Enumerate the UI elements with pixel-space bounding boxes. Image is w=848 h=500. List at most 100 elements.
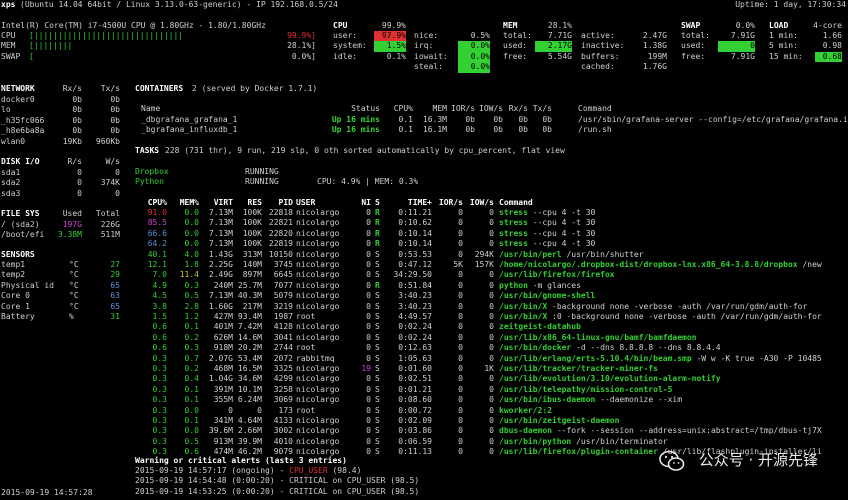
container-cell: 0.1	[398, 115, 413, 124]
process-command-args: -W w -K true -A30 -P 10485	[696, 353, 822, 363]
process-res: 7.42M	[237, 322, 262, 332]
process-row: 0.3 0.0 0 0 173 root 0 S 0:00.72 0 0 kworker/2:2	[0, 406, 848, 416]
process-nice: 0	[366, 291, 371, 301]
mem-stat-label: inactive:	[581, 41, 625, 51]
network-tx-value: 960Kb	[95, 136, 120, 146]
container-cell: 16.3M	[422, 115, 447, 124]
disk-read-value: 0	[77, 188, 82, 198]
process-pid: 2072	[273, 353, 293, 363]
process-time: 0:11.21	[398, 208, 432, 217]
process-command-args: --cpu 4 -t 30	[532, 239, 596, 249]
process-pid: 5079	[273, 291, 293, 301]
process-pid: 1987	[273, 312, 293, 321]
process-time: 0:12.63	[398, 343, 432, 353]
process-user: nicolargo	[296, 218, 340, 228]
process-cpu: 0.3	[152, 426, 167, 436]
process-command: /usr/bin/docker -d --dns 8.8.8.8 --dns 8…	[499, 343, 721, 353]
process-cpu: 64.2	[147, 239, 167, 249]
process-user: nicolargo	[296, 436, 340, 446]
process-iow: 0	[489, 374, 494, 384]
process-virt: 1.60G	[208, 301, 233, 311]
process-ior: 0	[458, 343, 463, 353]
process-mem: 0.1	[184, 395, 199, 405]
process-cpu: 66.6	[147, 228, 167, 238]
container-cell: 16.1M	[422, 125, 447, 135]
process-row: 0.3 0.1 391M 10.1M 3258 nicolargo 0 S 0:01.21 0 0/…	[0, 385, 848, 395]
process-time: 3:40.23	[398, 301, 432, 311]
process-command: zeitgeist-datahub	[499, 322, 581, 332]
process-header: NI	[361, 198, 371, 207]
container-cell: 0b	[542, 115, 552, 124]
process-iow: 0	[489, 426, 494, 436]
mem-stat-value: 2.47G	[642, 31, 667, 40]
process-cpu: 0.3	[152, 353, 167, 363]
process-command-args: -background none -verbose -auth /var/run…	[552, 301, 808, 311]
process-user: nicolargo	[296, 364, 340, 373]
process-row: 4.9 0.3 240M 25.7M 7077 nicolargo 0 R 0:51.84 0 0 p…	[0, 281, 848, 291]
process-virt: 2.49G	[208, 270, 233, 280]
mem-total: 28.1%	[547, 21, 572, 30]
cpu-stat-label: iowait:	[414, 51, 448, 61]
network-rx-value: 0b	[72, 95, 82, 104]
process-nice: 0	[366, 280, 371, 290]
process-row: 0.6 0.3 918M 20.2M 2744 root 0 S 0:12.63 0 0/usr/b…	[0, 343, 848, 353]
process-row: 0.3 0.1 355M 6.24M 3069 nicolargo 0 S 0:08.60 0 0/…	[0, 395, 848, 405]
process-command-name: /usr/bin/ibus-daemon	[499, 395, 596, 405]
process-pid: 22821	[268, 218, 293, 228]
process-status: R	[375, 228, 380, 238]
process-row: 3.8 2.8 1.60G 217M 3219 nicolargo 0 S 3:40.23 0 0/…	[0, 302, 848, 312]
process-pid: 3002	[273, 426, 293, 436]
process-user: nicolargo	[296, 291, 340, 301]
process-res: 100K	[242, 239, 262, 249]
process-command-name: /usr/lib/erlang/erts-5.10.4/bin/beam.smp	[499, 353, 692, 363]
cpu-stat-label: system:	[333, 41, 367, 51]
process-command-args: /new	[802, 260, 822, 269]
process-command-name: /usr/bin/docker	[499, 343, 572, 353]
container-cell: 0b	[465, 115, 475, 124]
process-ior: 0	[458, 312, 463, 321]
process-user: root	[296, 312, 316, 321]
process-user: nicolargo	[296, 280, 340, 290]
process-res: 14.6M	[237, 332, 262, 342]
process-res: 2.66M	[237, 426, 262, 436]
process-iow: 0	[489, 405, 494, 415]
process-iow: 0	[489, 228, 494, 238]
process-time: 3:40.23	[398, 291, 432, 301]
process-pid: 3745	[273, 260, 293, 269]
process-command: /usr/lib/x86_64-linux-gnu/bamf/bamfdaemo…	[499, 333, 696, 343]
process-cpu: 85.5	[147, 218, 167, 228]
process-status: S	[375, 364, 380, 373]
load-title: LOAD	[769, 21, 789, 30]
network-rx-value: 0b	[72, 115, 82, 125]
swap-stat-label: free:	[681, 51, 706, 61]
container-name: _dbgrafana_grafana_1	[141, 115, 238, 124]
process-nice: 0	[366, 249, 371, 259]
container-cell: 0b	[465, 125, 475, 135]
process-nice: 0	[366, 218, 371, 228]
process-header: S	[375, 198, 380, 207]
mem-stat-label: active:	[581, 31, 615, 40]
process-ior: 0	[458, 447, 463, 457]
container-header: Rx/s	[508, 104, 528, 113]
process-cpu: 0.6	[152, 332, 167, 342]
mem-stat-value: 2.17G	[535, 41, 572, 52]
quicklook-value: 0.0%]	[291, 51, 316, 61]
process-user: nicolargo	[296, 270, 340, 280]
network-interface-name: _h8e6ba8a	[1, 126, 45, 136]
alert-entry: 2015-09-19 14:53:25 (0:00:20) - CRITICAL…	[135, 487, 419, 497]
process-command: /usr/bin/gnome-shell	[499, 291, 595, 301]
containers-title: CONTAINERS	[135, 84, 184, 93]
process-row: 0.3 0.5 913M 39.9M 4010 nicolargo 0 S 0:06.59 0 0/…	[0, 437, 848, 447]
process-command-name: zeitgeist-datahub	[499, 322, 581, 332]
alert-text: 2015-09-19 14:53:25 (0:00:20) - CRITICAL…	[135, 486, 420, 496]
mem-stat-label: cached:	[581, 62, 615, 72]
cpu-stat-label: nice:	[414, 31, 439, 40]
container-header: Name	[141, 104, 161, 113]
process-nice: 0	[366, 384, 371, 394]
process-virt: 2.07G	[208, 353, 233, 363]
process-row: 40.1 4.0 1.43G 313M 10150 nicolargo 0 S 0:53.53 0…	[0, 250, 848, 260]
process-header: IOW/s	[469, 198, 494, 207]
process-user: nicolargo	[296, 384, 340, 394]
container-cell: 0b	[542, 125, 552, 135]
process-ior: 0	[458, 416, 463, 425]
